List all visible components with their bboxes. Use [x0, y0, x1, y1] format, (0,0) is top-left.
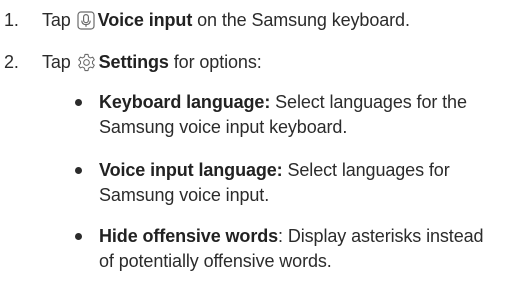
option-description: Select languages for the [275, 92, 467, 112]
bullet-icon [75, 99, 82, 106]
bullet-icon [75, 233, 82, 240]
option-description: Select languages for [287, 160, 450, 180]
step-suffix: for options: [173, 52, 262, 72]
option-term: Voice input language: [99, 160, 283, 180]
option-text: Voice input language: Select languages f… [99, 158, 514, 208]
option-text: Hide offensive words: Display asterisks … [99, 224, 514, 274]
option-line-1: Hide offensive words: Display asterisks … [99, 224, 514, 249]
step-1: 1. Tap Voice input on the Samsung keyboa… [0, 8, 520, 32]
gear-icon [77, 53, 96, 78]
step-number: 1. [4, 10, 19, 30]
step-2: 2. Tap Settings for options: [0, 50, 520, 74]
step-prefix: Tap [42, 10, 71, 30]
option-line-1: Voice input language: Select languages f… [99, 158, 514, 183]
option-text: Keyboard language: Select languages for … [99, 90, 514, 140]
step-text: Tap Settings for options: [42, 50, 262, 78]
option-line-2: of potentially offensive words. [99, 251, 332, 271]
option-line-2: Samsung voice input keyboard. [99, 117, 348, 137]
step-suffix: on the Samsung keyboard. [197, 10, 410, 30]
microphone-icon [77, 11, 95, 36]
settings-label: Settings [98, 52, 169, 72]
option-description: : Display asterisks instead [278, 226, 484, 246]
option-line-1: Keyboard language: Select languages for … [99, 90, 514, 115]
step-prefix: Tap [42, 52, 71, 72]
step-number: 2. [4, 52, 19, 72]
option-term: Keyboard language: [99, 92, 271, 112]
option-term: Hide offensive words [99, 226, 279, 246]
voice-input-label: Voice input [97, 10, 193, 30]
bullet-icon [75, 167, 82, 174]
instructions-document: 1. Tap Voice input on the Samsung keyboa… [0, 0, 520, 294]
step-text: Tap Voice input on the Samsung keyboard. [42, 8, 410, 36]
option-line-2: Samsung voice input. [99, 185, 270, 205]
